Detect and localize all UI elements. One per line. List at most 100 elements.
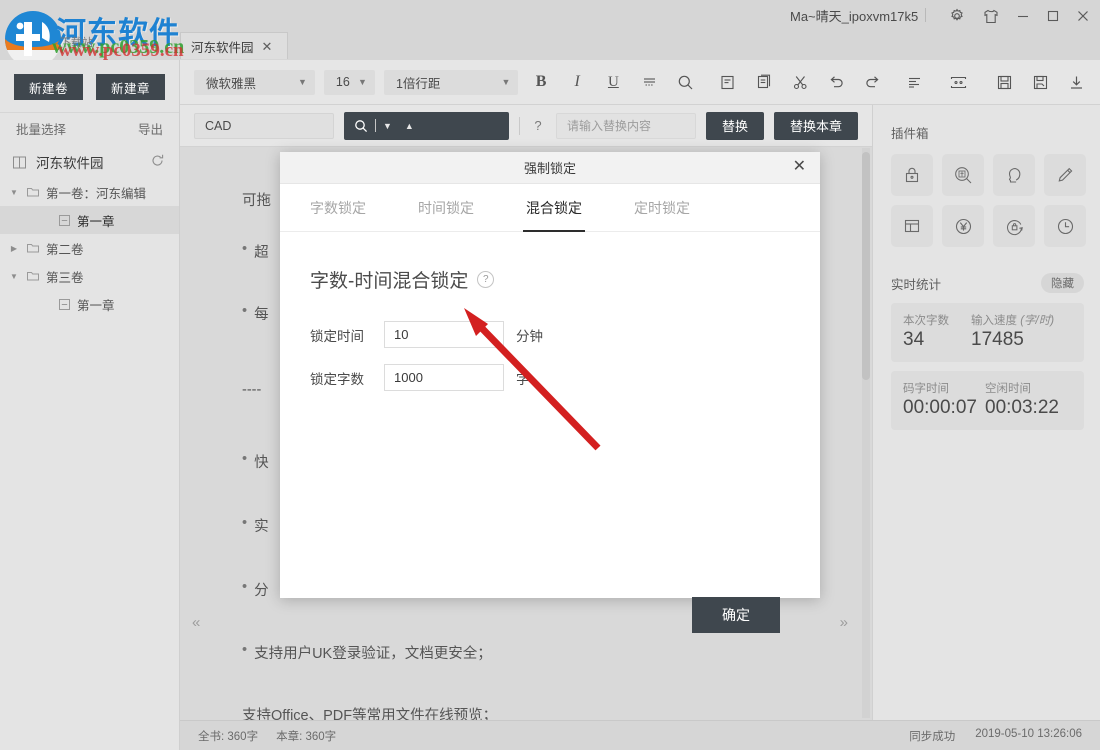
close-button[interactable]	[1072, 5, 1094, 27]
stats-title: 实时统计	[891, 274, 941, 293]
form-row: 锁定字数1000字	[310, 364, 820, 391]
align-left-icon[interactable]	[901, 69, 928, 95]
skin-icon[interactable]	[980, 5, 1002, 27]
replace-input[interactable]: 请输入替换内容	[556, 113, 696, 139]
editor-scrollbar[interactable]	[862, 148, 870, 718]
window-title: Ma~晴天_ipoxvm17k5	[790, 6, 918, 25]
search-navigation[interactable]: ▼ ▲	[344, 112, 509, 140]
yen-icon[interactable]	[942, 205, 984, 247]
font-family-select[interactable]: 微软雅黑 ▼	[194, 70, 315, 95]
find-next-button[interactable]: ▲	[405, 121, 414, 131]
table-icon[interactable]	[891, 205, 933, 247]
search-icon[interactable]	[672, 69, 699, 95]
confirm-button[interactable]: 确定	[692, 597, 780, 633]
tree-item-label: 第三卷	[46, 267, 84, 286]
stat-label-speed: 输入速度 (字/时)	[971, 312, 1054, 328]
undo-icon[interactable]	[823, 69, 850, 95]
document-line-text: 每	[254, 303, 269, 324]
strikethrough-icon[interactable]	[636, 69, 663, 95]
bold-button[interactable]: B	[527, 69, 554, 95]
lock-wordcount-input[interactable]: 1000	[384, 364, 504, 391]
save-icon[interactable]	[991, 69, 1018, 95]
copy-icon[interactable]	[750, 69, 777, 95]
dialog-tab[interactable]: 时间锁定	[418, 184, 474, 232]
tree-item-label: 第一卷：河东编辑	[46, 183, 146, 202]
special-char-icon[interactable]	[945, 69, 972, 95]
download-icon[interactable]	[1063, 69, 1090, 95]
document-line-text: 快	[254, 451, 269, 472]
book-root-item[interactable]: 河东软件园	[0, 146, 179, 178]
status-bar: 全书: 360字 本章: 360字 同步成功 2019-05-10 13:26:…	[180, 720, 1100, 750]
pencil-icon[interactable]	[1044, 154, 1086, 196]
document-line-text: 可拖	[242, 193, 271, 209]
redo-icon[interactable]	[859, 69, 886, 95]
chevron-down-icon[interactable]: ▼	[8, 188, 20, 197]
stat-values-row: 34 17485	[903, 328, 1072, 351]
document-line: •实	[242, 515, 269, 536]
collapse-sidebar-button[interactable]: «	[192, 614, 200, 631]
help-icon[interactable]: ?	[530, 118, 546, 133]
search-input[interactable]: CAD	[194, 113, 334, 139]
paste-plain-icon[interactable]	[714, 69, 741, 95]
tree-item[interactable]: ▶第二卷	[0, 234, 179, 262]
replace-button[interactable]: 替换	[706, 112, 764, 140]
close-icon[interactable]: ✕	[793, 159, 806, 175]
speed-unit: (字/时)	[1020, 315, 1054, 327]
form-label: 锁定时间	[310, 325, 372, 345]
dialog-tab[interactable]: 混合锁定	[526, 184, 582, 232]
title-divider	[925, 8, 926, 22]
watermark: 河东软件园 下载站 www.pc0359.cn www.pc0359.cn	[0, 4, 210, 66]
dialog-header: 强制锁定 ✕	[280, 152, 820, 184]
character-head-icon[interactable]	[993, 154, 1035, 196]
book-word-count: 全书: 360字	[198, 728, 258, 744]
line-height-value: 1倍行距	[396, 73, 440, 92]
document-line: ----	[242, 382, 261, 398]
clock-icon[interactable]	[1044, 205, 1086, 247]
save-as-icon[interactable]	[1027, 69, 1054, 95]
document-line: •快	[242, 451, 269, 472]
maximize-button[interactable]	[1042, 5, 1064, 27]
chevron-down-icon: ▼	[298, 77, 307, 87]
time-stats-card: 码字时间 空闲时间 00:00:07 00:03:22	[891, 371, 1084, 430]
lock-refresh-icon[interactable]	[993, 205, 1035, 247]
minimize-button[interactable]	[1012, 5, 1034, 27]
font-size-select[interactable]: 16 ▼	[324, 70, 375, 95]
bullet-icon: •	[242, 642, 247, 663]
stat-labels-row: 本次字数 输入速度 (字/时)	[903, 312, 1072, 328]
line-height-select[interactable]: 1倍行距 ▼	[384, 70, 519, 95]
chevron-down-icon[interactable]: ▼	[8, 272, 20, 281]
sync-timestamp: 2019-05-10 13:26:06	[975, 728, 1082, 744]
word-search-icon[interactable]	[942, 154, 984, 196]
form-unit: 字	[516, 368, 530, 388]
dialog-tab[interactable]: 字数锁定	[310, 184, 366, 232]
find-prev-button[interactable]: ▼	[383, 121, 392, 131]
chevron-right-icon[interactable]: ▶	[8, 244, 20, 253]
hide-stats-button[interactable]: 隐藏	[1041, 273, 1084, 293]
tree-item[interactable]: ▼ 第一卷：河东编辑	[0, 178, 179, 206]
dialog-tab[interactable]: 定时锁定	[634, 184, 690, 232]
tree-item[interactable]: ▼ 第三卷	[0, 262, 179, 290]
lock-icon[interactable]	[891, 154, 933, 196]
underline-button[interactable]: U	[600, 69, 627, 95]
collapse-panel-button[interactable]: »	[840, 614, 848, 631]
scissors-icon[interactable]	[787, 69, 814, 95]
scrollbar-thumb[interactable]	[862, 152, 870, 380]
close-icon[interactable]: ✕	[262, 40, 273, 53]
new-chapter-button[interactable]: 新建章	[96, 74, 165, 100]
replace-chapter-button[interactable]: 替换本章	[774, 112, 858, 140]
export-button[interactable]: 导出	[138, 119, 163, 138]
document-line: •分	[242, 579, 269, 600]
new-volume-button[interactable]: 新建卷	[14, 74, 83, 100]
lock-duration-input[interactable]: 10	[384, 321, 504, 348]
right-panel: 插件箱	[872, 105, 1100, 720]
refresh-icon[interactable]	[150, 153, 165, 171]
batch-select-button[interactable]: 批量选择	[16, 119, 66, 138]
italic-button[interactable]: I	[564, 69, 591, 95]
findbar-divider	[519, 117, 520, 135]
dialog-tabs: 字数锁定 时间锁定 混合锁定 定时锁定	[280, 184, 820, 232]
gear-icon[interactable]	[946, 5, 968, 27]
folder-icon	[26, 269, 40, 283]
help-icon[interactable]: ?	[477, 271, 494, 288]
tree-item[interactable]: 第一章	[0, 290, 179, 318]
tree-item[interactable]: 第一章	[0, 206, 179, 234]
